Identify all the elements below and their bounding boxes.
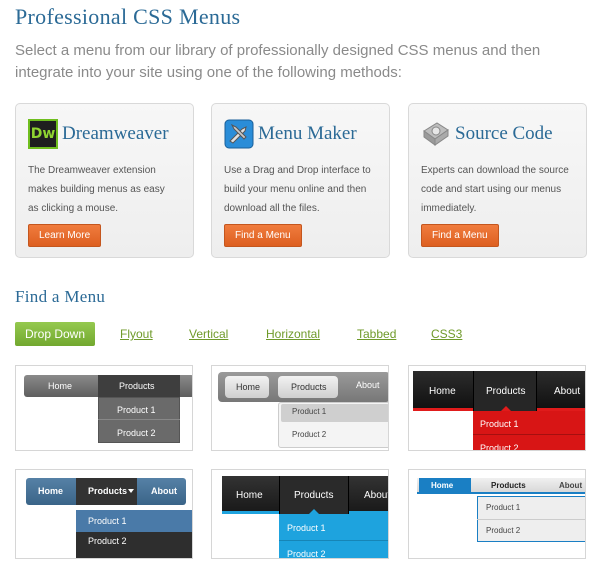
menu-item: Home <box>236 382 261 392</box>
menu-thumbnail[interactable]: Home Products Product 1 Product 2 <box>15 365 193 451</box>
menu-item: About <box>356 380 380 390</box>
chevron-down-icon <box>128 489 134 493</box>
menu-item: About <box>151 486 177 496</box>
menu-item: About <box>364 490 389 501</box>
intro-text: Select a menu from our library of profes… <box>15 42 541 81</box>
tab-horizontal[interactable]: Horizontal <box>266 322 320 346</box>
submenu-item: Product 1 <box>480 419 519 429</box>
menu-item: Home <box>429 386 456 397</box>
menu-maker-icon <box>224 119 254 149</box>
find-a-menu-button[interactable]: Find a Menu <box>224 224 302 247</box>
learn-more-button[interactable]: Learn More <box>28 224 102 247</box>
tab-drop-down[interactable]: Drop Down <box>15 322 95 346</box>
submenu-item: Product 1 <box>117 405 156 415</box>
menu-item: Home <box>38 486 64 496</box>
menu-thumbnail[interactable]: Home Products About Product 1 Product 2 <box>15 469 193 559</box>
submenu-item: Product 2 <box>117 428 156 438</box>
card-title: Menu Maker <box>258 123 357 144</box>
submenu-item: Product 2 <box>88 536 127 546</box>
source-code-card: Source Code Experts can download the sou… <box>408 103 587 258</box>
page-title: Professional CSS Menus <box>15 4 241 29</box>
card-description: Use a Drag and Drop interface to build y… <box>224 165 371 214</box>
card-title: Source Code <box>455 123 553 144</box>
submenu-item: Product 2 <box>292 430 327 439</box>
menu-thumbnail[interactable]: Home Products About Product 1 Product 2 <box>408 469 586 559</box>
find-a-menu-button[interactable]: Find a Menu <box>421 224 499 247</box>
menu-item: About <box>554 386 581 397</box>
menu-thumbnail[interactable]: Home Products About Product 1 Product 2 <box>211 365 389 451</box>
menu-item: Home <box>48 381 73 391</box>
find-a-menu-heading: Find a Menu <box>15 287 106 306</box>
card-description: The Dreamweaver extension makes building… <box>28 165 165 214</box>
submenu-item: Product 2 <box>486 526 521 535</box>
tab-tabbed[interactable]: Tabbed <box>357 322 396 346</box>
menu-item: Products <box>491 481 526 490</box>
card-description: Experts can download the source code and… <box>421 165 569 214</box>
menu-item: Home <box>431 481 454 490</box>
submenu-item: Product 1 <box>287 523 326 533</box>
menu-item: Products <box>486 386 526 397</box>
menu-thumbnail[interactable]: Home Products About Product 1 Product 2 <box>211 469 389 559</box>
submenu-item: Product 2 <box>480 443 519 451</box>
menu-thumbnail[interactable]: Home Products About Product 1 Product 2 <box>408 365 586 451</box>
tab-vertical[interactable]: Vertical <box>189 322 228 346</box>
source-code-icon <box>421 119 451 149</box>
tab-css3[interactable]: CSS3 <box>431 322 462 346</box>
submenu-item: Product 1 <box>292 407 327 416</box>
menu-item: Products <box>291 382 327 392</box>
menu-item: Products <box>119 381 155 391</box>
submenu-item: Product 1 <box>486 503 521 512</box>
submenu-item: Product 1 <box>88 516 127 526</box>
menu-item: Products <box>88 486 128 496</box>
card-title: Dreamweaver <box>62 123 169 144</box>
dreamweaver-icon: Dw <box>28 119 58 149</box>
dreamweaver-card: Dw Dreamweaver The Dreamweaver extension… <box>15 103 194 258</box>
menu-maker-card: Menu Maker Use a Drag and Drop interface… <box>211 103 390 258</box>
menu-item: Products <box>294 490 334 501</box>
submenu-item: Product 2 <box>287 549 326 559</box>
menu-item: About <box>559 481 583 490</box>
menu-item: Home <box>236 490 263 501</box>
tab-flyout[interactable]: Flyout <box>120 322 153 346</box>
